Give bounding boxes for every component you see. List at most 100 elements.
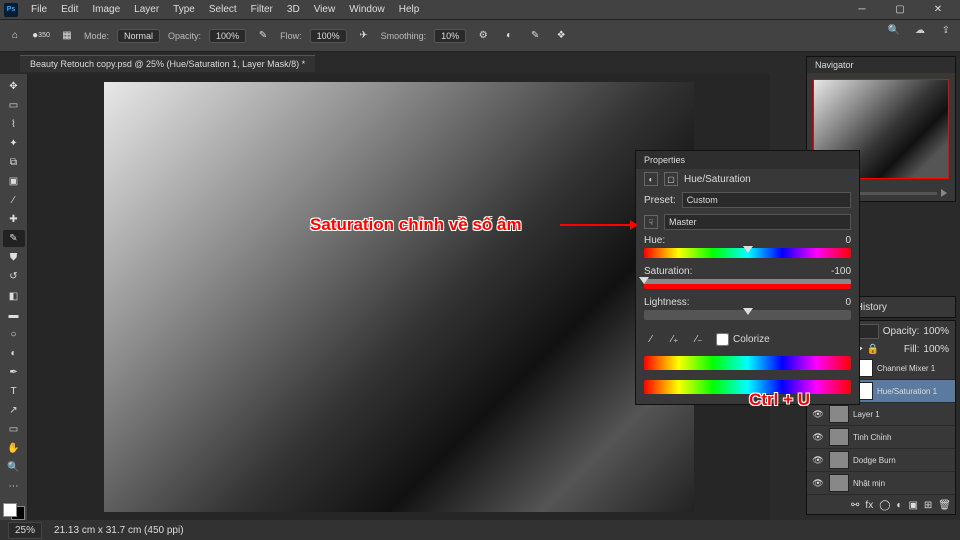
visibility-icon[interactable]: 👁: [811, 455, 825, 466]
eyedropper-plus-icon[interactable]: ⁄₊: [668, 332, 682, 346]
share-icon[interactable]: ⇪: [938, 22, 954, 38]
window-maximize[interactable]: ▢: [882, 1, 918, 19]
type-tool[interactable]: T: [3, 383, 25, 400]
opacity-input[interactable]: 100%: [209, 29, 246, 43]
menu-file[interactable]: File: [24, 4, 54, 15]
hue-label: Hue:: [644, 235, 665, 246]
brush-tool[interactable]: ✎: [3, 230, 25, 247]
hue-value[interactable]: 0: [845, 235, 851, 246]
marquee-tool[interactable]: ▭: [3, 97, 25, 114]
wand-tool[interactable]: ✦: [3, 135, 25, 152]
menu-layer[interactable]: Layer: [127, 4, 166, 15]
eyedropper-minus-icon[interactable]: ⁄₋: [692, 332, 706, 346]
layer-name[interactable]: Channel Mixer 1: [877, 364, 951, 373]
menu-3d[interactable]: 3D: [280, 4, 307, 15]
menu-bar: Ps File Edit Image Layer Type Select Fil…: [0, 0, 960, 20]
gear-icon[interactable]: ⚙: [474, 27, 492, 45]
properties-header[interactable]: Properties: [636, 151, 859, 169]
preset-select[interactable]: Custom: [682, 192, 851, 208]
channel-select[interactable]: Master: [664, 214, 851, 230]
adjustment-type: Hue/Saturation: [684, 174, 751, 185]
menu-edit[interactable]: Edit: [54, 4, 85, 15]
brush-preset-icon[interactable]: ● 350: [32, 27, 50, 45]
menu-image[interactable]: Image: [85, 4, 127, 15]
adjustment-icon: ◐: [644, 172, 658, 186]
layer-opacity-value[interactable]: 100%: [923, 326, 949, 337]
eyedropper-tool[interactable]: ⁄: [3, 192, 25, 209]
airbrush-icon[interactable]: ✈: [355, 27, 373, 45]
mask-add-icon[interactable]: ◯: [879, 500, 890, 511]
hand-scrubby-icon[interactable]: ☟: [644, 215, 658, 229]
menu-view[interactable]: View: [307, 4, 343, 15]
window-close[interactable]: ✕: [920, 1, 956, 19]
hue-slider[interactable]: [644, 248, 851, 258]
shape-tool[interactable]: ▭: [3, 421, 25, 438]
pressure-opacity-icon[interactable]: ✎: [254, 27, 272, 45]
delete-layer-icon[interactable]: 🗑: [938, 500, 951, 511]
symmetry-icon[interactable]: ❖: [552, 27, 570, 45]
flow-input[interactable]: 100%: [310, 29, 347, 43]
color-swatches[interactable]: [3, 503, 25, 520]
angle-icon[interactable]: ◐: [500, 27, 518, 45]
smoothing-input[interactable]: 10%: [434, 29, 466, 43]
visibility-icon[interactable]: 👁: [811, 409, 825, 420]
brush-panel-icon[interactable]: ▦: [58, 27, 76, 45]
layer-name[interactable]: Layer 1: [853, 410, 951, 419]
blend-mode-select[interactable]: Normal: [117, 29, 160, 43]
layer-row[interactable]: 👁 Dodge Burn: [807, 449, 955, 472]
menu-help[interactable]: Help: [392, 4, 427, 15]
lasso-tool[interactable]: ⌇: [3, 116, 25, 133]
stamp-tool[interactable]: ⛊: [3, 249, 25, 266]
lightness-slider[interactable]: [644, 310, 851, 320]
link-layers-icon[interactable]: ⚯: [851, 500, 859, 511]
layer-name[interactable]: Dodge Burn: [853, 456, 951, 465]
zoom-field[interactable]: 25%: [8, 522, 42, 539]
blur-tool[interactable]: ○: [3, 326, 25, 343]
crop-tool[interactable]: ⧉: [3, 154, 25, 171]
fx-icon[interactable]: fx: [865, 500, 873, 511]
visibility-icon[interactable]: 👁: [811, 478, 825, 489]
menu-select[interactable]: Select: [202, 4, 244, 15]
layer-row[interactable]: 👁 Tinh Chỉnh: [807, 426, 955, 449]
layer-name[interactable]: Hue/Saturation 1: [877, 387, 951, 396]
eyedropper-icon[interactable]: ⁄: [644, 332, 658, 346]
gradient-tool[interactable]: ▬: [3, 307, 25, 324]
eraser-tool[interactable]: ◧: [3, 288, 25, 305]
saturation-value[interactable]: -100: [831, 266, 851, 277]
preset-label: Preset:: [644, 195, 676, 206]
hand-tool[interactable]: ✋: [3, 440, 25, 457]
move-tool[interactable]: ✥: [3, 78, 25, 95]
zoom-tool[interactable]: 🔍: [3, 459, 25, 476]
group-icon[interactable]: ▣: [908, 500, 917, 511]
visibility-icon[interactable]: 👁: [811, 432, 825, 443]
navigator-header[interactable]: Navigator: [807, 57, 955, 73]
healing-tool[interactable]: ✚: [3, 211, 25, 228]
search-icon[interactable]: 🔍: [886, 22, 902, 38]
layer-row[interactable]: 👁 Layer 1: [807, 403, 955, 426]
layer-row[interactable]: 👁 Nhật mịn: [807, 472, 955, 495]
lightness-value[interactable]: 0: [845, 297, 851, 308]
adjustment-add-icon[interactable]: ◐: [896, 500, 902, 511]
frame-tool[interactable]: ▣: [3, 173, 25, 190]
lock-all-icon[interactable]: 🔒: [867, 344, 879, 355]
menu-filter[interactable]: Filter: [244, 4, 280, 15]
pressure-size-icon[interactable]: ✎: [526, 27, 544, 45]
layer-name[interactable]: Tinh Chỉnh: [853, 433, 951, 442]
window-minimize[interactable]: ─: [844, 1, 880, 19]
saturation-slider[interactable]: [644, 279, 851, 289]
layer-name[interactable]: Nhật mịn: [853, 479, 951, 488]
home-icon[interactable]: ⌂: [6, 27, 24, 45]
history-tab[interactable]: History: [856, 302, 887, 313]
cloud-icon[interactable]: ☁: [912, 22, 928, 38]
document-tab[interactable]: Beauty Retouch copy.psd @ 25% (Hue/Satur…: [20, 55, 315, 72]
menu-type[interactable]: Type: [166, 4, 202, 15]
new-layer-icon[interactable]: ⊞: [924, 500, 932, 511]
pen-tool[interactable]: ✒: [3, 364, 25, 381]
edit-toolbar[interactable]: ⋯: [3, 478, 25, 495]
history-brush-tool[interactable]: ↺: [3, 268, 25, 285]
colorize-checkbox[interactable]: Colorize: [716, 333, 770, 346]
menu-window[interactable]: Window: [342, 4, 392, 15]
fill-value[interactable]: 100%: [923, 344, 949, 355]
dodge-tool[interactable]: ◐: [3, 345, 25, 362]
path-tool[interactable]: ↗: [3, 402, 25, 419]
